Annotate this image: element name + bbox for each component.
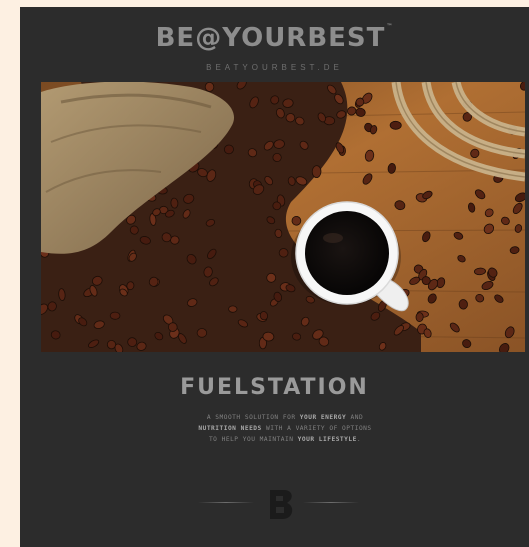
brand-mark-icon [266,487,296,521]
page-title: FUELSTATION [180,375,369,400]
brand-logo: BE@YOURBEST™ [20,23,529,53]
hero-image [41,82,525,352]
tagline: A SMOOTH SOLUTION FOR YOUR ENERGY AND NU… [198,414,372,443]
divider-right [303,502,359,503]
divider-left [198,502,254,503]
brand-logo-text: BE@YOURBEST [155,23,386,53]
brand-url: BEATYOURBEST.DE [206,63,343,72]
trademark-symbol: ™ [386,23,394,30]
flyer-page: BE@YOURBEST™ BEATYOURBEST.DE FUELSTATION… [20,7,529,547]
